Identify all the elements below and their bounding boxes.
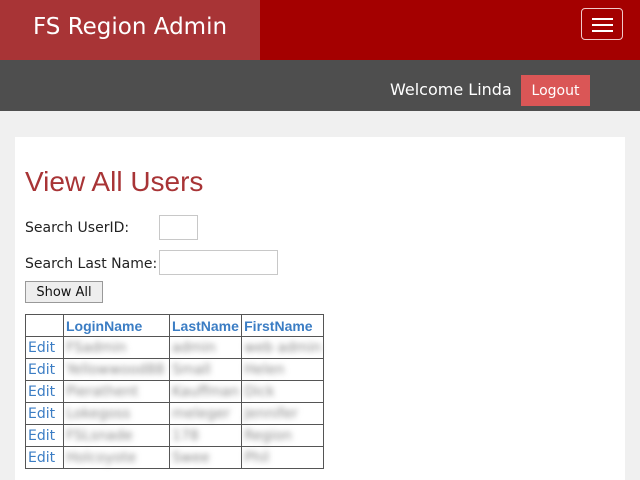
welcome-text: Welcome Linda [390,80,512,99]
table-header-row: LoginName LastName FirstName [25,314,325,337]
firstname-cell: Phil [241,446,325,469]
firstname-value: Helen [244,361,285,378]
edit-cell[interactable]: Edit [25,336,64,359]
table-row: Edit FSadmin admin web admin [25,336,325,359]
firstname-cell: Region [241,424,325,447]
firstname-value: Dick [244,383,275,400]
column-header-lastname[interactable]: LastName [168,314,243,337]
firstname-value: web admin [244,339,322,356]
lastname-cell: meleger [168,402,243,425]
sort-loginname-link[interactable]: LoginName [66,318,142,334]
hamburger-bar [592,18,613,20]
search-userid-input[interactable] [159,215,198,240]
firstname-value: Jennifer [244,405,298,422]
table-row: Edit Yellowwood88 Small Helen [25,358,325,381]
edit-link[interactable]: Edit [28,428,55,444]
sort-firstname-link[interactable]: FirstName [244,318,312,334]
lastname-value: Swee [172,449,210,466]
lastname-cell: Swee [168,446,243,469]
lastname-value: meleger [172,405,231,422]
user-bar: Welcome Linda Logout [0,60,640,111]
firstname-cell: Jennifer [241,402,325,425]
lastname-value: 178 [172,427,199,444]
users-table: LoginName LastName FirstName Edit FSadmi… [25,314,325,469]
page-title: View All Users [25,166,204,197]
lastname-value: admin [172,339,216,356]
sort-lastname-link[interactable]: LastName [172,318,239,334]
column-header-firstname[interactable]: FirstName [241,314,325,337]
edit-link[interactable]: Edit [28,384,55,400]
firstname-cell: Helen [241,358,325,381]
loginname-value: FSLsnade [66,427,133,444]
brand-title[interactable]: FS Region Admin [0,0,260,60]
edit-cell[interactable]: Edit [25,424,64,447]
loginname-cell: Pierathent [63,380,170,403]
top-navbar: FS Region Admin [0,0,640,60]
loginname-cell: Yellowwood88 [63,358,170,381]
firstname-value: Phil [244,449,270,466]
edit-cell[interactable]: Edit [25,380,64,403]
table-row: Edit Holcoyote Swee Phil [25,446,325,469]
edit-link[interactable]: Edit [28,362,55,378]
edit-cell[interactable]: Edit [25,358,64,381]
firstname-cell: web admin [241,336,325,359]
lastname-cell: 178 [168,424,243,447]
column-header-edit [25,314,64,337]
edit-cell[interactable]: Edit [25,402,64,425]
edit-link[interactable]: Edit [28,450,55,466]
loginname-cell: Holcoyote [63,446,170,469]
edit-cell[interactable]: Edit [25,446,64,469]
loginname-value: Pierathent [66,383,139,400]
logout-button[interactable]: Logout [521,75,590,106]
table-row: Edit Lokegoss meleger Jennifer [25,402,325,425]
firstname-cell: Dick [241,380,325,403]
search-lastname-label: Search Last Name: [25,256,158,272]
loginname-cell: FSadmin [63,336,170,359]
search-lastname-input[interactable] [159,250,278,275]
lastname-value: Small [172,361,211,378]
loginname-value: Yellowwood88 [66,361,165,378]
firstname-value: Region [244,427,293,444]
loginname-cell: Lokegoss [63,402,170,425]
column-header-loginname[interactable]: LoginName [63,314,170,337]
search-userid-label: Search UserID: [25,220,130,236]
loginname-value: FSadmin [66,339,127,356]
edit-link[interactable]: Edit [28,406,55,422]
hamburger-icon[interactable] [581,8,623,40]
hamburger-bar [592,24,613,26]
show-all-button[interactable]: Show All [25,281,103,303]
lastname-cell: admin [168,336,243,359]
hamburger-bar [592,30,613,32]
table-row: Edit FSLsnade 178 Region [25,424,325,447]
lastname-value: Kauffman [172,383,240,400]
loginname-value: Holcoyote [66,449,137,466]
table-row: Edit Pierathent Kauffman Dick [25,380,325,403]
lastname-cell: Kauffman [168,380,243,403]
loginname-cell: FSLsnade [63,424,170,447]
edit-link[interactable]: Edit [28,340,55,356]
loginname-value: Lokegoss [66,405,131,422]
lastname-cell: Small [168,358,243,381]
